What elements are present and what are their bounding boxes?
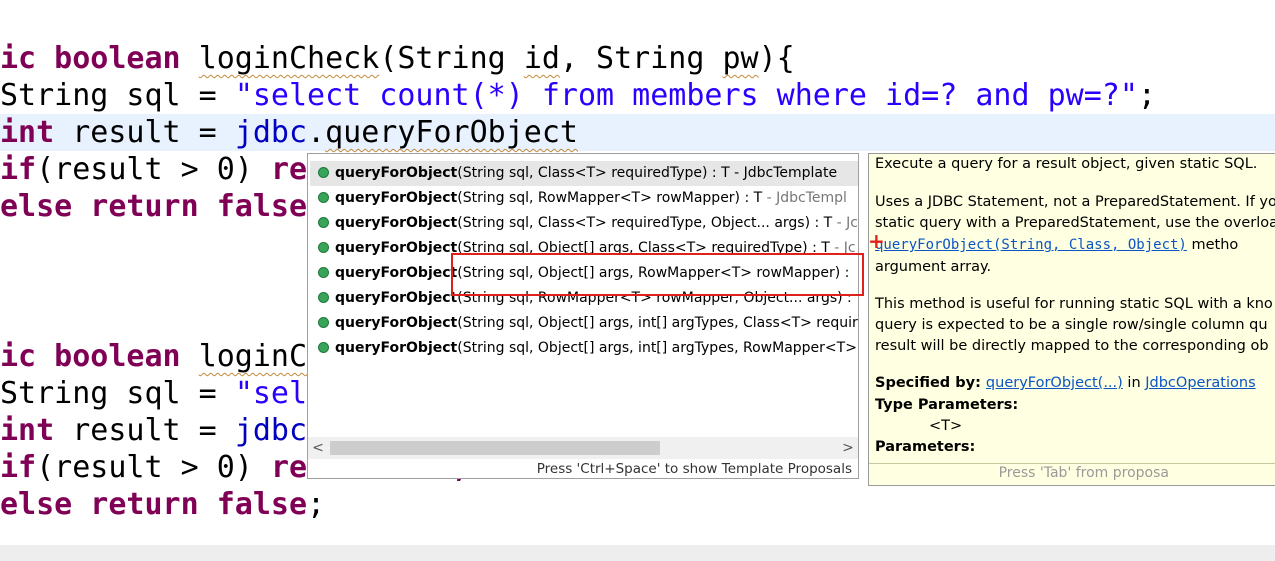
javadoc-popup[interactable]: Execute a query for a result object, giv… — [868, 153, 1275, 486]
doc-specified-link[interactable]: queryForObject(...) — [986, 375, 1123, 391]
public-method-icon — [318, 242, 329, 253]
public-method-icon — [318, 217, 329, 228]
code-line: int result = jdbc.c — [0, 412, 343, 449]
annotation-highlight-box — [451, 253, 864, 296]
public-method-icon — [318, 167, 329, 178]
public-method-icon — [318, 192, 329, 203]
doc-interface-link[interactable]: JdbcOperations — [1145, 375, 1255, 391]
content-assist-popup[interactable]: queryForObject(String sql, Class<T> requ… — [307, 153, 859, 479]
code-param: id — [523, 41, 560, 76]
scroll-right-icon[interactable]: > — [840, 439, 856, 457]
code-keyword: if — [0, 450, 37, 485]
proposal-owner: - JdbcTempl — [766, 190, 847, 206]
code-text: String sql = — [0, 78, 235, 113]
proposal-name: queryForObject — [335, 340, 458, 356]
code-text: ; — [307, 487, 326, 522]
code-line: else return false; — [0, 486, 325, 523]
code-text: result = — [54, 413, 235, 448]
proposal-name: queryForObject — [335, 265, 458, 281]
code-line: else return false; — [0, 188, 325, 225]
code-keyword: ic boolean — [0, 339, 199, 374]
code-text: , String — [559, 41, 723, 76]
code-line: ic boolean loginChe — [0, 338, 343, 375]
code-line: String sql = "select count(*) from membe… — [0, 77, 1156, 114]
proposal-item[interactable]: queryForObject(String sql, Object[] args… — [310, 311, 858, 336]
crosshair-cursor-icon: + — [868, 229, 885, 253]
horizontal-scrollbar[interactable]: < > — [308, 437, 858, 459]
doc-text: Uses a JDBC Statement, not a PreparedSta… — [875, 194, 1275, 210]
doc-text: static query with a PreparedStatement, u… — [875, 215, 1275, 231]
proposal-name: queryForObject — [335, 190, 458, 206]
proposal-name: queryForObject — [335, 165, 458, 181]
doc-footer: Press 'Tab' from proposa — [869, 463, 1275, 485]
public-method-icon — [318, 267, 329, 278]
code-keyword: ic boolean — [0, 41, 199, 76]
doc-text: queryForObject(String, Class, Object) me… — [875, 235, 1238, 255]
doc-label: Specified by: — [875, 375, 986, 391]
proposal-name: queryForObject — [335, 290, 458, 306]
doc-method-link[interactable]: queryForObject(String, Class, Object) — [875, 237, 1187, 253]
proposal-signature: (String sql, Class<T> requiredType) : T … — [457, 165, 838, 181]
proposal-item[interactable]: queryForObject(String sql, Class<T> requ… — [310, 161, 858, 186]
code-text: (result > 0) — [36, 450, 271, 485]
code-text: (result > 0) — [36, 152, 271, 187]
code-line: String sql = "selec — [0, 375, 343, 412]
proposal-signature: (String sql, Object[] args, int[] argTyp… — [457, 340, 857, 356]
doc-summary: Execute a query for a result object, giv… — [875, 156, 1258, 172]
proposal-signature: (String sql, Object[] args, int[] argTyp… — [457, 315, 858, 331]
proposal-signature: (String sql, RowMapper<T> rowMapper) : T — [457, 190, 767, 206]
proposal-signature: (String sql, Class<T> requiredType, Obje… — [457, 215, 837, 231]
code-line: ic boolean loginCheck(String id, String … — [0, 40, 795, 77]
proposal-name: queryForObject — [335, 315, 458, 331]
template-proposals-hint: Press 'Ctrl+Space' to show Template Prop… — [536, 461, 852, 477]
code-keyword: else return false — [0, 487, 308, 522]
doc-footer-hint: Press 'Tab' from proposa — [998, 465, 1169, 481]
doc-type-params-label: Type Parameters: — [875, 397, 1019, 413]
code-text: . — [307, 115, 326, 150]
code-method-name: loginCheck — [198, 41, 380, 76]
scroll-left-icon[interactable]: < — [310, 439, 326, 457]
doc-specified-by: Specified by: queryForObject(...) in Jdb… — [875, 373, 1256, 393]
public-method-icon — [318, 292, 329, 303]
proposal-item[interactable]: queryForObject(String sql, Object[] args… — [310, 336, 858, 361]
code-text: ; — [1137, 78, 1156, 113]
code-text: ){ — [758, 41, 795, 76]
proposal-name: queryForObject — [335, 215, 458, 231]
code-keyword: else return false — [0, 189, 308, 224]
proposal-owner: - Jc — [836, 215, 858, 231]
doc-text: result will be directly mapped to the co… — [875, 338, 1269, 354]
doc-type-param: <T> — [929, 418, 963, 434]
code-keyword: int — [0, 413, 55, 448]
doc-text: metho — [1186, 237, 1239, 253]
code-keyword: if — [0, 152, 37, 187]
scrollbar-thumb[interactable] — [330, 441, 660, 455]
code-text: (String — [379, 41, 524, 76]
doc-text: This method is useful for running static… — [875, 296, 1273, 312]
code-param: pw — [722, 41, 759, 76]
doc-text: argument array. — [875, 259, 992, 275]
code-text: result = — [54, 115, 235, 150]
doc-params-label: Parameters: — [875, 439, 976, 455]
code-string: "select count(*) from members where id=?… — [234, 78, 1138, 113]
code-field: jdbc — [234, 115, 308, 150]
code-line-current: int result = jdbc.queryForObject — [0, 114, 1275, 151]
proposal-name: queryForObject — [335, 240, 458, 256]
code-text: String sql = — [0, 376, 235, 411]
code-line: if(result > 0) retu — [0, 151, 343, 188]
public-method-icon — [318, 342, 329, 353]
public-method-icon — [318, 317, 329, 328]
code-field: jdbc — [234, 413, 308, 448]
proposal-item[interactable]: queryForObject(String sql, RowMapper<T> … — [310, 186, 858, 211]
doc-text: query is expected to be a single row/sin… — [875, 317, 1268, 333]
doc-text: in — [1122, 375, 1146, 391]
proposal-item[interactable]: queryForObject(String sql, Class<T> requ… — [310, 211, 858, 236]
code-method-name: queryForObject — [325, 115, 578, 150]
code-keyword: int — [0, 115, 55, 150]
editor-bottom-bar — [0, 545, 1275, 561]
